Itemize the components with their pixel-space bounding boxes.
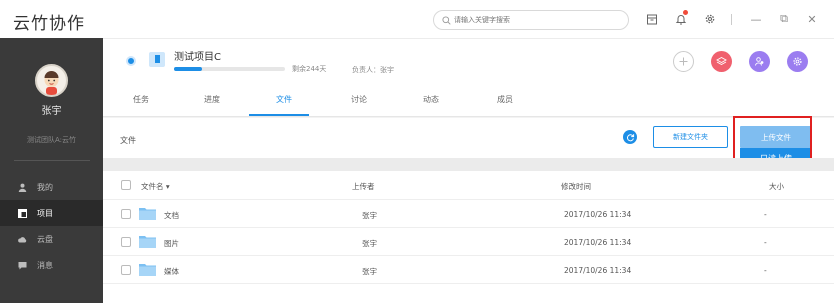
- project-header: 测试项目C 剩余244天 负责人：张宇: [103, 38, 834, 83]
- table-header: 文件名 ▾ 上传者 修改时间 大小: [103, 171, 834, 200]
- user-name: 张宇: [41, 106, 62, 117]
- project-flag-icon: [149, 52, 165, 67]
- file-modified: 2017/10/26 11:34: [564, 238, 632, 247]
- tab-files[interactable]: 文件: [259, 94, 309, 105]
- folder-icon: [139, 263, 156, 276]
- archive-button[interactable]: [644, 11, 660, 27]
- project-tabs: 任务 进度 文件 讨论 动态 成员: [103, 83, 834, 117]
- select-all-checkbox[interactable]: [121, 180, 131, 190]
- search-input[interactable]: [454, 16, 624, 24]
- tab-progress[interactable]: 进度: [187, 94, 237, 105]
- search-icon: [442, 15, 451, 25]
- file-name[interactable]: 媒体: [164, 266, 179, 277]
- header-modified: 修改时间: [561, 182, 591, 191]
- layers-icon: [716, 56, 727, 66]
- file-uploader: 张宇: [362, 267, 377, 276]
- file-size: -: [764, 238, 767, 247]
- add-button[interactable]: [673, 51, 694, 72]
- team-name[interactable]: 测试团队A:云竹: [0, 135, 103, 145]
- file-name[interactable]: 图片: [164, 238, 179, 249]
- tab-tasks[interactable]: 任务: [116, 94, 166, 105]
- notification-dot: [683, 10, 688, 15]
- sidebar-item-label: 消息: [37, 260, 53, 270]
- sidebar-item-projects[interactable]: 项目: [0, 200, 103, 226]
- app-title: 云竹协作: [13, 14, 85, 34]
- table-row[interactable]: 文档 张宇 2017/10/26 11:34 -: [103, 200, 834, 228]
- user-group-icon: [755, 57, 764, 66]
- gear-icon: [705, 14, 715, 24]
- section-divider: [103, 158, 834, 171]
- project-remaining-days: 剩余244天: [292, 65, 327, 73]
- file-toolbar: 文件 新建文件夹 上传文件 只读上传: [103, 116, 834, 172]
- file-size: -: [764, 210, 767, 219]
- header-uploader: 上传者: [352, 182, 375, 191]
- sidebar-item-label: 项目: [37, 208, 53, 218]
- sidebar-item-cloud[interactable]: 云盘: [0, 226, 103, 252]
- project-icon: [18, 208, 27, 218]
- gear-icon: [793, 57, 802, 66]
- table-row[interactable]: 媒体 张宇 2017/10/26 11:34 -: [103, 256, 834, 284]
- top-toolbar: — ⧉ ✕: [644, 10, 832, 27]
- project-settings-button[interactable]: [787, 51, 808, 72]
- table-row[interactable]: 图片 张宇 2017/10/26 11:34 -: [103, 228, 834, 256]
- minimize-button[interactable]: —: [748, 11, 764, 27]
- project-owner: 负责人：张宇: [352, 66, 394, 74]
- tab-discussion[interactable]: 讨论: [334, 94, 384, 105]
- person-icon: [18, 183, 27, 192]
- file-modified: 2017/10/26 11:34: [564, 210, 632, 219]
- file-name[interactable]: 文档: [164, 210, 179, 221]
- message-icon: [18, 261, 27, 270]
- search-box[interactable]: [433, 10, 629, 30]
- members-button[interactable]: [749, 51, 770, 72]
- notification-button[interactable]: [673, 10, 689, 27]
- sidebar-item-label: 云盘: [37, 234, 53, 244]
- toolbar-divider: [731, 13, 732, 25]
- avatar[interactable]: [35, 64, 68, 97]
- title-bar: 云竹协作 — ⧉ ✕: [0, 0, 834, 38]
- breadcrumb[interactable]: 文件: [120, 135, 136, 146]
- layers-button[interactable]: [711, 51, 732, 72]
- project-progress-bar: [174, 67, 285, 71]
- refresh-button[interactable]: [623, 130, 637, 144]
- cloud-icon: [18, 235, 27, 244]
- header-file-name[interactable]: 文件名 ▾: [141, 181, 170, 192]
- project-progress-fill: [174, 67, 202, 71]
- file-size: -: [764, 266, 767, 275]
- sidebar-item-label: 我的: [37, 182, 53, 192]
- sidebar: 张宇 测试团队A:云竹 我的 项目 云盘 消息: [0, 38, 103, 303]
- plus-icon: [679, 57, 688, 66]
- file-uploader: 张宇: [362, 211, 377, 220]
- sidebar-divider: [14, 160, 90, 161]
- tab-members[interactable]: 成员: [480, 94, 530, 105]
- sidebar-item-messages[interactable]: 消息: [0, 252, 103, 278]
- settings-button[interactable]: [702, 11, 718, 27]
- active-tab-indicator: [249, 114, 309, 116]
- file-table: 文件名 ▾ 上传者 修改时间 大小 文档 张宇 2017/10/26 11:34…: [103, 171, 834, 303]
- folder-icon: [139, 235, 156, 248]
- refresh-icon: [626, 133, 634, 141]
- project-name[interactable]: 测试项目C: [174, 48, 221, 63]
- file-modified: 2017/10/26 11:34: [564, 266, 632, 275]
- file-uploader: 张宇: [362, 239, 377, 248]
- tab-activity[interactable]: 动态: [406, 94, 456, 105]
- folder-icon: [139, 207, 156, 220]
- row-checkbox[interactable]: [121, 237, 131, 247]
- header-size: 大小: [769, 182, 784, 191]
- row-checkbox[interactable]: [121, 209, 131, 219]
- new-folder-button[interactable]: 新建文件夹: [653, 126, 728, 148]
- avatar-image: [44, 71, 59, 95]
- archive-icon: [647, 14, 657, 25]
- sidebar-item-mine[interactable]: 我的: [0, 174, 103, 200]
- row-checkbox[interactable]: [121, 265, 131, 275]
- restore-button[interactable]: ⧉: [776, 11, 792, 27]
- project-status-dot: [126, 56, 136, 66]
- close-button[interactable]: ✕: [804, 11, 820, 27]
